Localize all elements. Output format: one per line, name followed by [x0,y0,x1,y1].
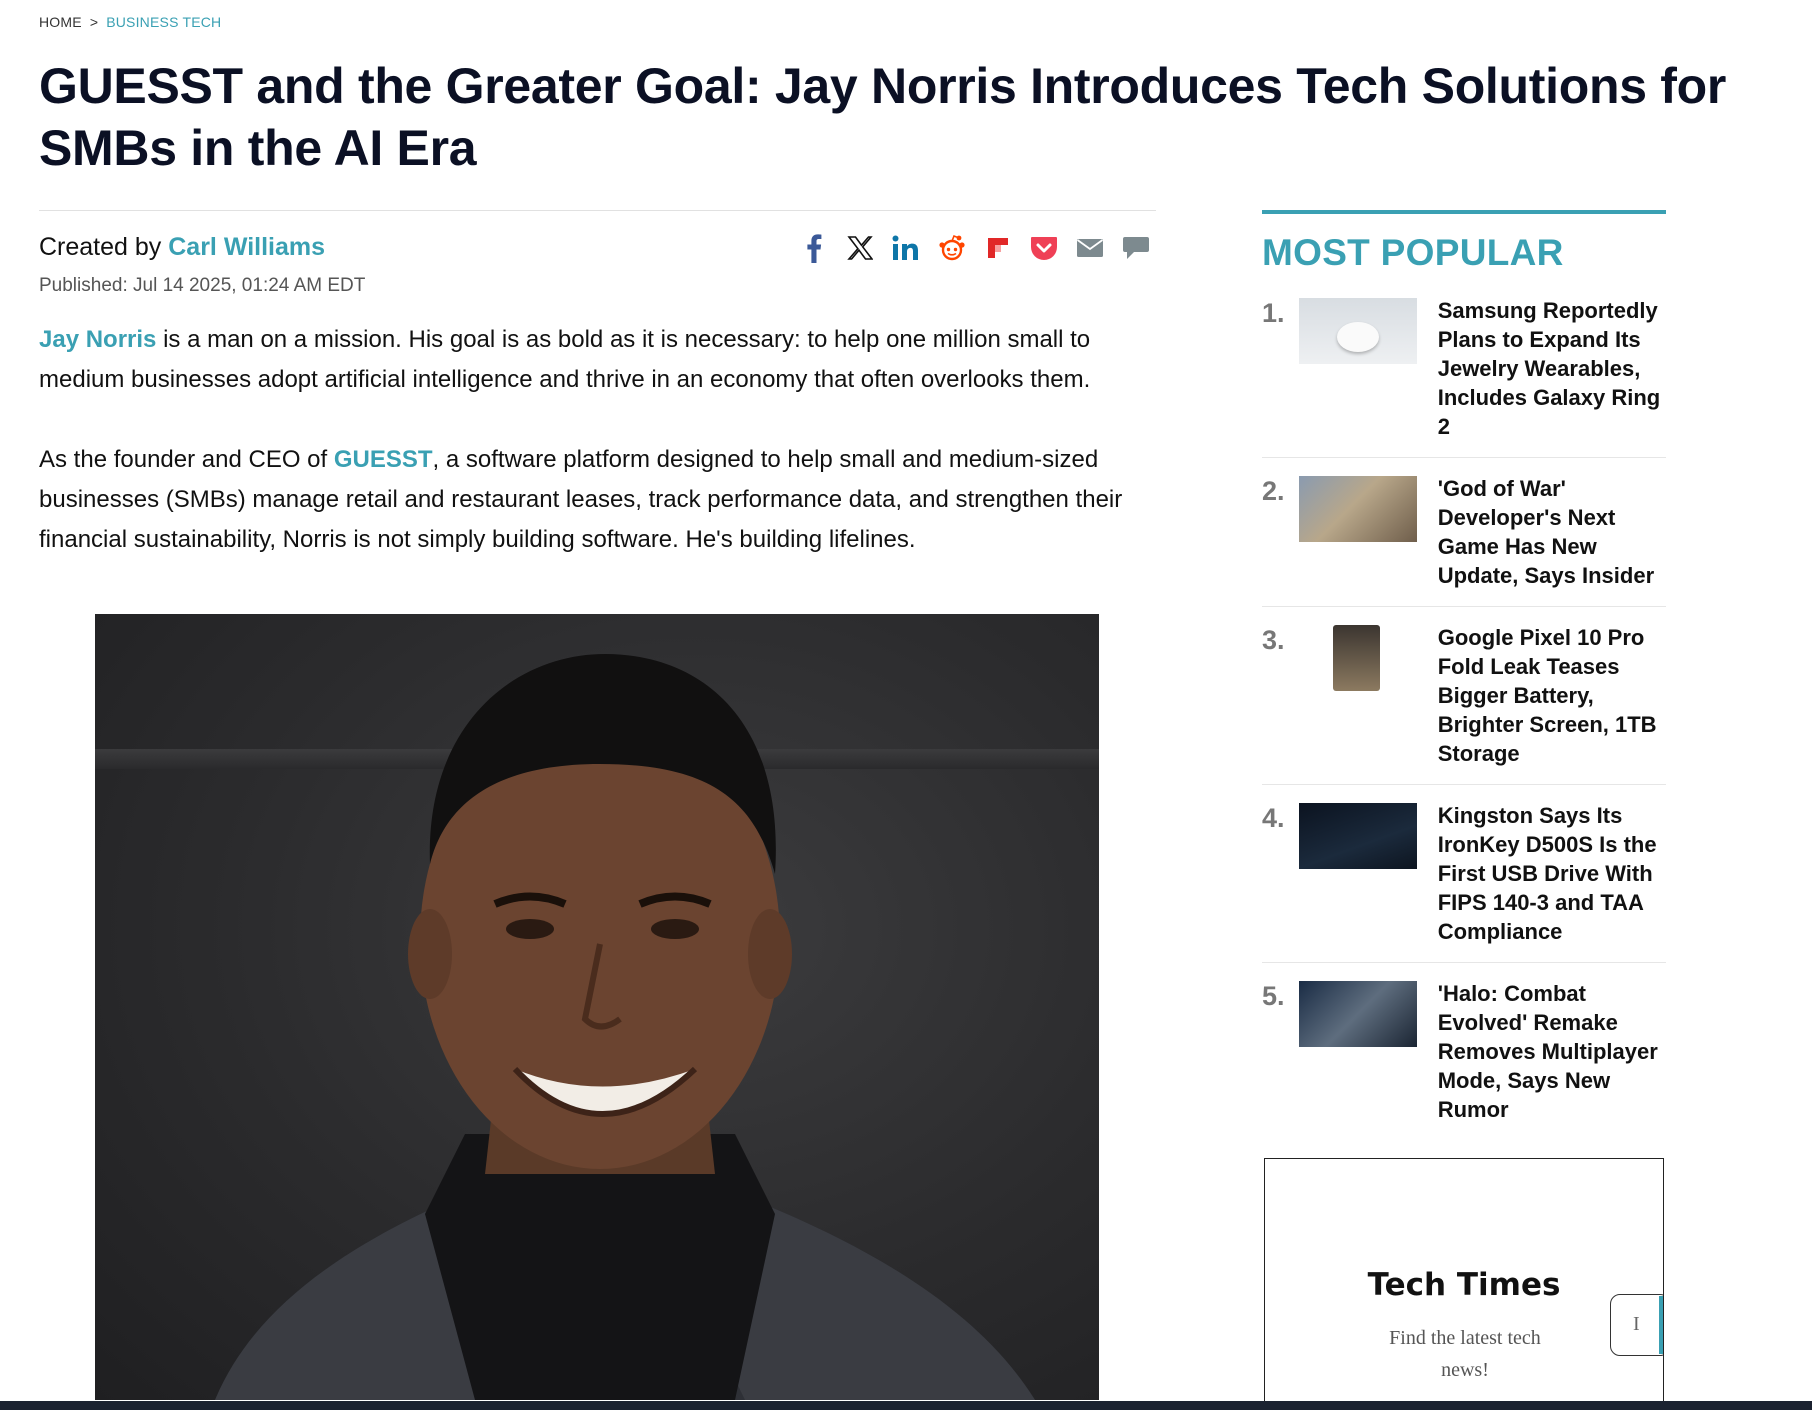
author-link[interactable]: Carl Williams [168,233,325,261]
breadcrumb-separator: > [89,14,99,30]
popular-item-thumbnail[interactable] [1298,298,1417,364]
newsletter-email-input[interactable]: I [1610,1294,1663,1356]
jay-norris-link[interactable]: Jay Norris [39,326,156,353]
popular-item-number: 5. [1262,981,1285,1011]
popular-item-number: 2. [1262,476,1285,506]
popular-item[interactable]: 2. 'God of War' Developer's Next Game Ha… [1262,474,1666,607]
published-date: Published: Jul 14 2025, 01:24 AM EDT [39,275,366,296]
popular-item-thumbnail[interactable] [1298,981,1417,1047]
article-headline: GUESST and the Greater Goal: Jay Norris … [39,58,1727,176]
popular-item-thumbnail[interactable] [1298,476,1417,542]
popular-item[interactable]: 5. 'Halo: Combat Evolved' Remake Removes… [1262,979,1666,1140]
breadcrumb: HOME > BUSINESS TECH [39,14,221,30]
most-popular-list: 1. Samsung Reportedly Plans to Expand It… [1262,296,1666,1140]
popular-item-title[interactable]: Samsung Reportedly Plans to Expand Its J… [1438,296,1666,441]
comment-icon[interactable] [1122,233,1150,263]
most-popular-title: MOST POPULAR [1262,232,1564,273]
byline-prefix: Created by [39,233,162,261]
galaxy-ring-image [1336,322,1379,352]
byline: Created by Carl Williams [39,233,325,262]
popular-item[interactable]: 1. Samsung Reportedly Plans to Expand It… [1262,296,1666,458]
bottom-window-bar [0,1401,1812,1410]
input-accent-edge [1659,1296,1663,1354]
popular-item[interactable]: 3. Google Pixel 10 Pro Fold Leak Teases … [1262,623,1666,785]
newsletter-signup-box: Tech Times Find the latest tech news! I [1264,1158,1664,1410]
popular-item-number: 3. [1262,625,1285,655]
share-bar [800,233,1150,263]
facebook-icon[interactable] [800,233,828,263]
x-icon[interactable] [846,233,874,263]
article-paragraph: Jay Norris is a man on a mission. His go… [39,320,1164,400]
breadcrumb-section-link[interactable]: BUSINESS TECH [106,14,221,30]
header-divider [39,210,1156,211]
popular-item-number: 4. [1262,803,1285,833]
popular-item-title[interactable]: Kingston Says Its IronKey D500S Is the F… [1438,801,1666,946]
popular-item-title[interactable]: 'Halo: Combat Evolved' Remake Removes Mu… [1438,979,1666,1124]
newsletter-title: Tech Times [1367,1267,1561,1303]
popular-item-thumbnail[interactable] [1298,625,1417,691]
popular-item-title[interactable]: Google Pixel 10 Pro Fold Leak Teases Big… [1438,623,1666,768]
popular-item[interactable]: 4. Kingston Says Its IronKey D500S Is th… [1262,801,1666,963]
popular-item-thumbnail[interactable] [1298,803,1417,869]
pocket-icon[interactable] [1030,233,1058,263]
paragraph-text: is a man on a mission. His goal is as bo… [39,326,1091,393]
portrait-illustration [215,654,1035,1400]
article-body: Jay Norris is a man on a mission. His go… [39,320,1164,600]
linkedin-icon[interactable] [892,233,920,263]
flipboard-icon[interactable] [984,233,1012,263]
popular-item-title[interactable]: 'God of War' Developer's Next Game Has N… [1438,474,1666,590]
most-popular-sidebar: MOST POPULAR 1. Samsung Reportedly Plans… [1262,210,1666,1156]
breadcrumb-home-link[interactable]: HOME [39,14,82,30]
reddit-icon[interactable] [938,233,966,263]
guesst-link[interactable]: GUESST [334,446,433,473]
pixel-phone-image [1332,625,1380,691]
paragraph-text: As the founder and CEO of [39,446,334,473]
newsletter-subtitle: Find the latest tech news! [1389,1327,1541,1381]
sidebar-top-rule [1262,210,1666,214]
article-paragraph: As the founder and CEO of GUESST, a soft… [39,440,1164,560]
article-hero-photo [95,614,1099,1400]
popular-item-number: 1. [1262,298,1285,328]
text-cursor-glyph: I [1633,1313,1640,1335]
email-icon[interactable] [1076,233,1104,263]
